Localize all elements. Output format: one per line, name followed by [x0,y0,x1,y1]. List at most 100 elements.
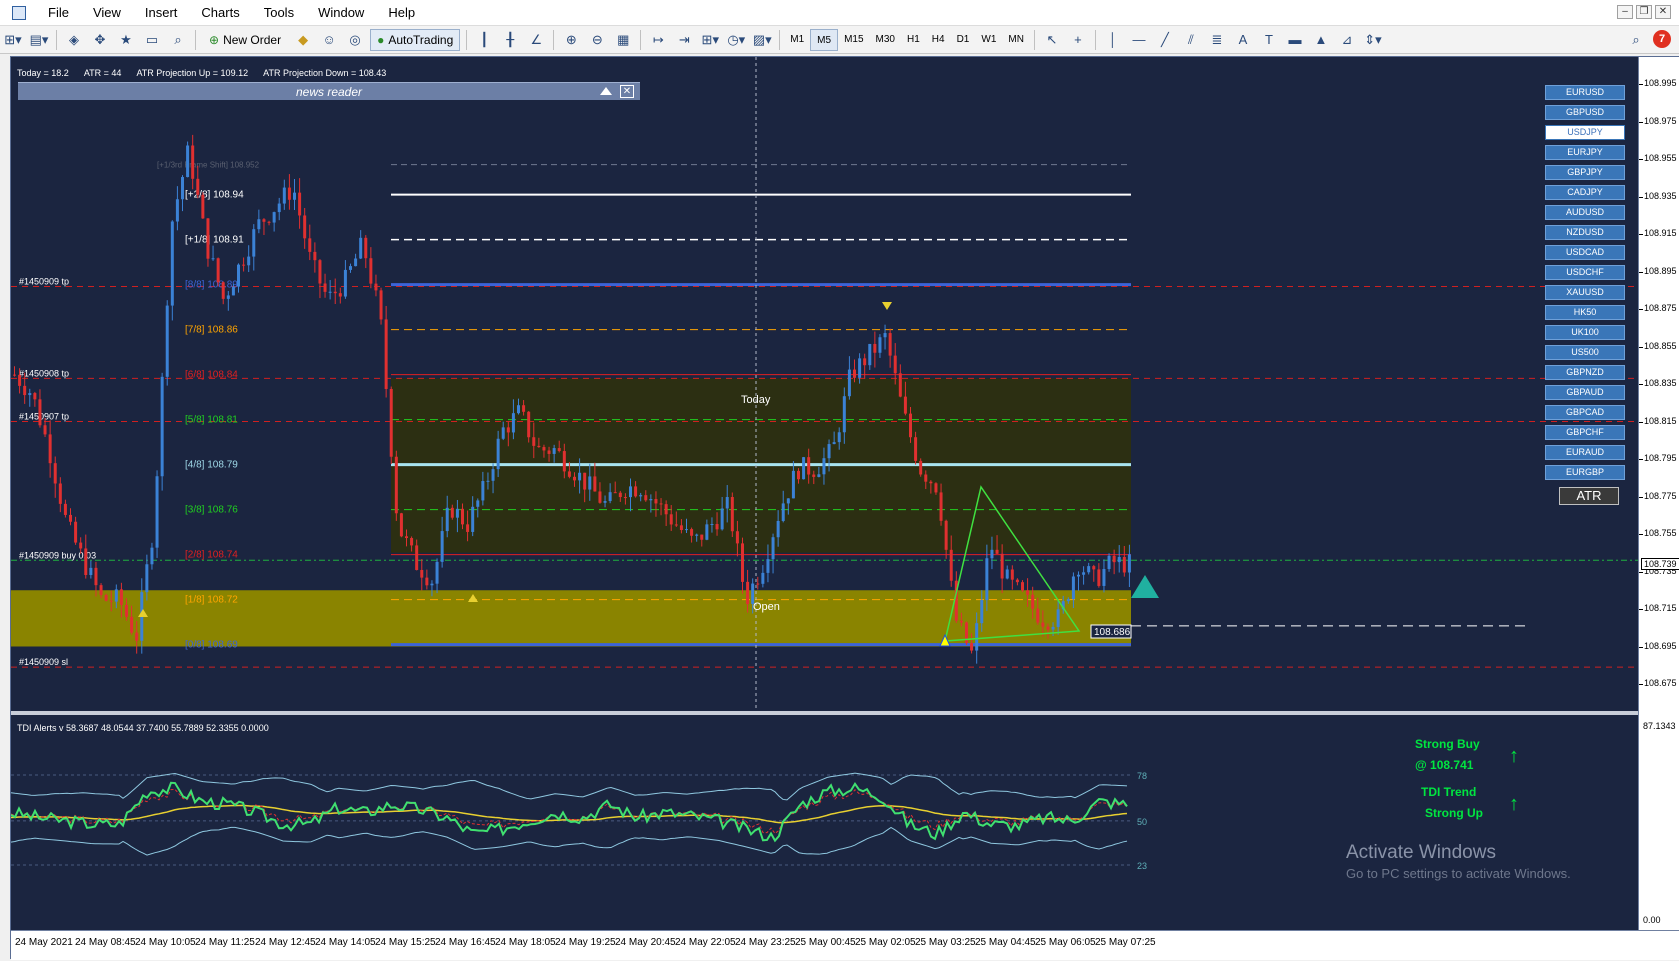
news-close-icon[interactable]: ✕ [620,85,634,98]
triangle-icon[interactable]: ▲ [1310,29,1332,51]
time-axis[interactable]: 24 May 2021 24 May 08:45 24 May 10:05 24 Ma… [11,930,1679,960]
data-window-icon[interactable]: ✥ [89,29,111,51]
new-chart-icon[interactable]: ⊞▾ [2,29,24,51]
symbol-button-hk50[interactable]: HK50 [1545,305,1625,320]
notification-badge[interactable]: 7 [1653,30,1671,48]
text-icon[interactable]: A [1232,29,1254,51]
auto-scroll-icon[interactable]: ↦ [647,29,669,51]
timeframe-group: M1 M5 M15 M30 H1 H4 D1 W1 MN [784,28,1030,51]
tdi-indicator-pane[interactable]: 78 50 23 TDI Alerts v 58.3687 48.0544 37.7… [11,715,1638,930]
menu-file[interactable]: File [36,5,81,20]
symbol-button-us500[interactable]: US500 [1545,345,1625,360]
symbol-button-usdcad[interactable]: USDCAD [1545,245,1625,260]
minimize-icon[interactable]: – [1617,5,1633,19]
timeframe-m15[interactable]: M15 [838,29,869,51]
atr-button[interactable]: ATR [1559,487,1619,505]
candle-body [333,291,337,294]
symbol-button-uk100[interactable]: UK100 [1545,325,1625,340]
symbol-button-usdjpy[interactable]: USDJPY [1545,125,1625,140]
symbol-button-gbpnzd[interactable]: GBPNZD [1545,365,1625,380]
price-axis[interactable]: 87.1343 0.00 108.995 108.975 108.955 108.93… [1638,57,1679,930]
timeframe-d1[interactable]: D1 [951,29,976,51]
terminal-icon[interactable]: ▭ [141,29,163,51]
signals-icon[interactable]: ☺ [318,29,340,51]
symbol-button-gbpusd[interactable]: GBPUSD [1545,105,1625,120]
symbol-button-eurgbp[interactable]: EURGBP [1545,465,1625,480]
market-icon[interactable]: ◎ [344,29,366,51]
zoom-in-icon[interactable]: ⊕ [560,29,582,51]
close-icon[interactable]: ✕ [1655,5,1671,19]
candle-body [109,600,113,602]
symbol-button-gbpcad[interactable]: GBPCAD [1545,405,1625,420]
timeframe-m30[interactable]: M30 [870,29,901,51]
navigator-icon[interactable]: ★ [115,29,137,51]
symbol-button-nzdusd[interactable]: NZDUSD [1545,225,1625,240]
timeframe-w1[interactable]: W1 [975,29,1002,51]
candle-body [450,507,454,518]
symbol-button-audusd[interactable]: AUDUSD [1545,205,1625,220]
collapse-up-icon[interactable] [600,87,612,95]
timeframe-h1[interactable]: H1 [901,29,926,51]
menu-tools[interactable]: Tools [252,5,306,20]
timeframe-h4[interactable]: H4 [926,29,951,51]
rectangle-icon[interactable]: ▬ [1284,29,1306,51]
menu-window[interactable]: Window [306,5,376,20]
fibonacci-icon[interactable]: ≣ [1206,29,1228,51]
search-icon[interactable]: ⌕ [1625,29,1647,51]
candle-body [827,444,831,459]
symbol-button-gbpaud[interactable]: GBPAUD [1545,385,1625,400]
trendline-icon[interactable]: ╱ [1154,29,1176,51]
candle-chart-icon[interactable]: ╂ [499,29,521,51]
menu-charts[interactable]: Charts [189,5,251,20]
gann-icon[interactable]: ⊿ [1336,29,1358,51]
autotrading-button[interactable]: ● AutoTrading [370,28,461,51]
indicators-icon[interactable]: ⊞▾ [699,29,721,51]
candle-body [858,358,862,378]
candle-body [812,474,816,477]
menu-insert[interactable]: Insert [133,5,190,20]
new-order-button[interactable]: ⊕ New Order [202,29,288,51]
tdi-level-label: 50 [1137,817,1147,827]
news-reader-bar[interactable]: news reader ✕ [18,82,640,100]
strategy-tester-icon[interactable]: ⌕ [167,29,189,51]
symbol-button-xauusd[interactable]: XAUUSD [1545,285,1625,300]
symbol-button-euraud[interactable]: EURAUD [1545,445,1625,460]
chart-shift-icon[interactable]: ⇥ [673,29,695,51]
profiles-icon[interactable]: ▤▾ [28,29,50,51]
periods-icon[interactable]: ◷▾ [725,29,747,51]
candle-body [934,483,938,493]
price-tick [1639,384,1643,385]
channel-icon[interactable]: ⫽ [1180,29,1202,51]
cursor-icon[interactable]: ↖ [1041,29,1063,51]
templates-icon[interactable]: ▨▾ [751,29,773,51]
candle-body [476,500,480,507]
menu-help[interactable]: Help [376,5,427,20]
price-tick [1639,159,1643,160]
main-chart-pane[interactable]: [+1/3rd Frame Shift] 108.952 [+2/8] 108.9… [11,57,1638,711]
vertical-line-icon[interactable]: │ [1102,29,1124,51]
horizontal-line-icon[interactable]: — [1128,29,1150,51]
timeframe-m5[interactable]: M5 [810,28,839,51]
tile-windows-icon[interactable]: ▦ [612,29,634,51]
candle-body [1077,574,1080,577]
time-tick-label: 24 May 19:25 [555,937,616,948]
timeframe-m1[interactable]: M1 [784,29,810,51]
candle-body [832,442,836,445]
symbol-button-eurjpy[interactable]: EURJPY [1545,145,1625,160]
symbol-button-gbpjpy[interactable]: GBPJPY [1545,165,1625,180]
zoom-out-icon[interactable]: ⊖ [586,29,608,51]
text-label-icon[interactable]: T [1258,29,1280,51]
symbol-button-eurusd[interactable]: EURUSD [1545,85,1625,100]
menu-view[interactable]: View [81,5,133,20]
symbol-button-gbpchf[interactable]: GBPCHF [1545,425,1625,440]
bar-chart-icon[interactable]: ┃ [473,29,495,51]
restore-icon[interactable]: ❐ [1636,5,1652,19]
symbol-button-usdchf[interactable]: USDCHF [1545,265,1625,280]
arrows-icon[interactable]: ⇕▾ [1362,29,1384,51]
crosshair-icon[interactable]: + [1067,29,1089,51]
market-watch-icon[interactable]: ◈ [63,29,85,51]
symbol-button-cadjpy[interactable]: CADJPY [1545,185,1625,200]
metaeditor-icon[interactable]: ◆ [292,29,314,51]
line-chart-icon[interactable]: ∠ [525,29,547,51]
timeframe-mn[interactable]: MN [1002,29,1030,51]
